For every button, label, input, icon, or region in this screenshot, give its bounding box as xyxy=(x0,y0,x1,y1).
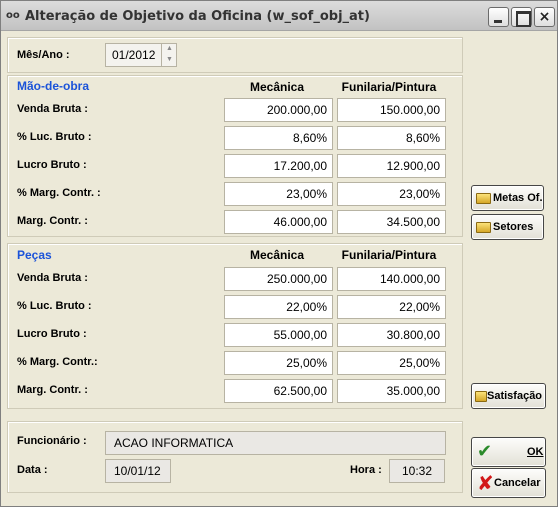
period-spinner[interactable]: ▲ ▼ xyxy=(161,43,177,67)
mao-luc-bruto-pct-mecanica[interactable]: 8,60% xyxy=(224,126,333,150)
period-panel xyxy=(7,37,463,73)
setores-label: Setores xyxy=(493,221,534,233)
pecas-luc-bruto-pct-mecanica[interactable]: 22,00% xyxy=(224,295,333,319)
mao-marg-contr-pct-funilaria[interactable]: 23,00% xyxy=(337,182,446,206)
pecas-label-marg-contr-pct: % Marg. Contr.: xyxy=(17,356,98,368)
metas-of-button[interactable]: Metas Of. xyxy=(471,185,544,211)
pecas-marg-contr-pct-funilaria[interactable]: 25,00% xyxy=(337,351,446,375)
mao-col-mecanica: Mecânica xyxy=(249,80,305,94)
pecas-label-luc-bruto-pct: % Luc. Bruto : xyxy=(17,300,92,312)
cancelar-button[interactable]: ✘ Cancelar xyxy=(471,468,546,498)
spin-up-icon[interactable]: ▲ xyxy=(162,43,177,54)
mao-de-obra-title: Mão-de-obra xyxy=(17,79,89,93)
pecas-label-lucro-bruto: Lucro Bruto : xyxy=(17,328,87,340)
mao-lucro-bruto-mecanica[interactable]: 17.200,00 xyxy=(224,154,333,178)
pecas-venda-bruta-funilaria[interactable]: 140.000,00 xyxy=(337,267,446,291)
mao-label-marg-contr: Marg. Contr. : xyxy=(17,215,88,227)
mao-marg-contr-mecanica[interactable]: 46.000,00 xyxy=(224,210,333,234)
folder-icon xyxy=(475,390,487,402)
main-window: oo Alteração de Objetivo da Oficina (w_s… xyxy=(0,0,558,507)
pecas-lucro-bruto-mecanica[interactable]: 55.000,00 xyxy=(224,323,333,347)
hora-value: 10:32 xyxy=(389,459,445,483)
satisfacao-button[interactable]: Satisfação xyxy=(471,383,546,409)
period-label: Mês/Ano : xyxy=(17,49,70,61)
pecas-luc-bruto-pct-funilaria[interactable]: 22,00% xyxy=(337,295,446,319)
mao-venda-bruta-mecanica[interactable]: 200.000,00 xyxy=(224,98,333,122)
glasses-icon: oo xyxy=(6,10,20,21)
cancel-x-icon: ✘ xyxy=(477,471,494,495)
mao-marg-contr-funilaria[interactable]: 34.500,00 xyxy=(337,210,446,234)
pecas-marg-contr-funilaria[interactable]: 35.000,00 xyxy=(337,379,446,403)
pecas-col-mecanica: Mecânica xyxy=(249,248,305,262)
mao-label-venda-bruta: Venda Bruta : xyxy=(17,103,88,115)
pecas-label-marg-contr: Marg. Contr. : xyxy=(17,384,88,396)
folder-icon xyxy=(476,192,491,204)
spin-down-icon[interactable]: ▼ xyxy=(162,54,177,65)
pecas-col-funilaria: Funilaria/Pintura xyxy=(341,248,437,262)
title-bar[interactable]: oo Alteração de Objetivo da Oficina (w_s… xyxy=(1,1,557,31)
close-button[interactable]: × xyxy=(534,7,555,27)
pecas-lucro-bruto-funilaria[interactable]: 30.800,00 xyxy=(337,323,446,347)
mao-marg-contr-pct-mecanica[interactable]: 23,00% xyxy=(224,182,333,206)
ok-button[interactable]: ✔ OK xyxy=(471,437,546,467)
mao-label-marg-contr-pct: % Marg. Contr. : xyxy=(17,187,101,199)
data-label: Data : xyxy=(17,464,48,476)
pecas-marg-contr-pct-mecanica[interactable]: 25,00% xyxy=(224,351,333,375)
pecas-marg-contr-mecanica[interactable]: 62.500,00 xyxy=(224,379,333,403)
cancelar-label: Cancelar xyxy=(494,477,541,489)
mao-label-luc-bruto-pct: % Luc. Bruto : xyxy=(17,131,92,143)
pecas-label-venda-bruta: Venda Bruta : xyxy=(17,272,88,284)
metas-of-label: Metas Of. xyxy=(493,192,543,204)
mao-col-funilaria: Funilaria/Pintura xyxy=(341,80,437,94)
pecas-title: Peças xyxy=(17,248,52,262)
checkmark-icon: ✔ xyxy=(477,441,493,462)
hora-label: Hora : xyxy=(350,464,382,476)
mao-lucro-bruto-funilaria[interactable]: 12.900,00 xyxy=(337,154,446,178)
maximize-button[interactable] xyxy=(511,7,532,27)
ok-label: OK xyxy=(527,446,544,458)
mao-venda-bruta-funilaria[interactable]: 150.000,00 xyxy=(337,98,446,122)
data-value: 10/01/12 xyxy=(105,459,171,483)
mao-label-lucro-bruto: Lucro Bruto : xyxy=(17,159,87,171)
window-title: Alteração de Objetivo da Oficina (w_sof_… xyxy=(25,9,370,24)
satisfacao-label: Satisfação xyxy=(487,390,543,402)
setores-button[interactable]: Setores xyxy=(471,214,544,240)
mao-luc-bruto-pct-funilaria[interactable]: 8,60% xyxy=(337,126,446,150)
pecas-venda-bruta-mecanica[interactable]: 250.000,00 xyxy=(224,267,333,291)
funcionario-label: Funcionário : xyxy=(17,435,87,447)
minimize-button[interactable] xyxy=(488,7,509,27)
folder-icon xyxy=(476,221,491,233)
funcionario-value: ACAO INFORMATICA xyxy=(105,431,446,455)
